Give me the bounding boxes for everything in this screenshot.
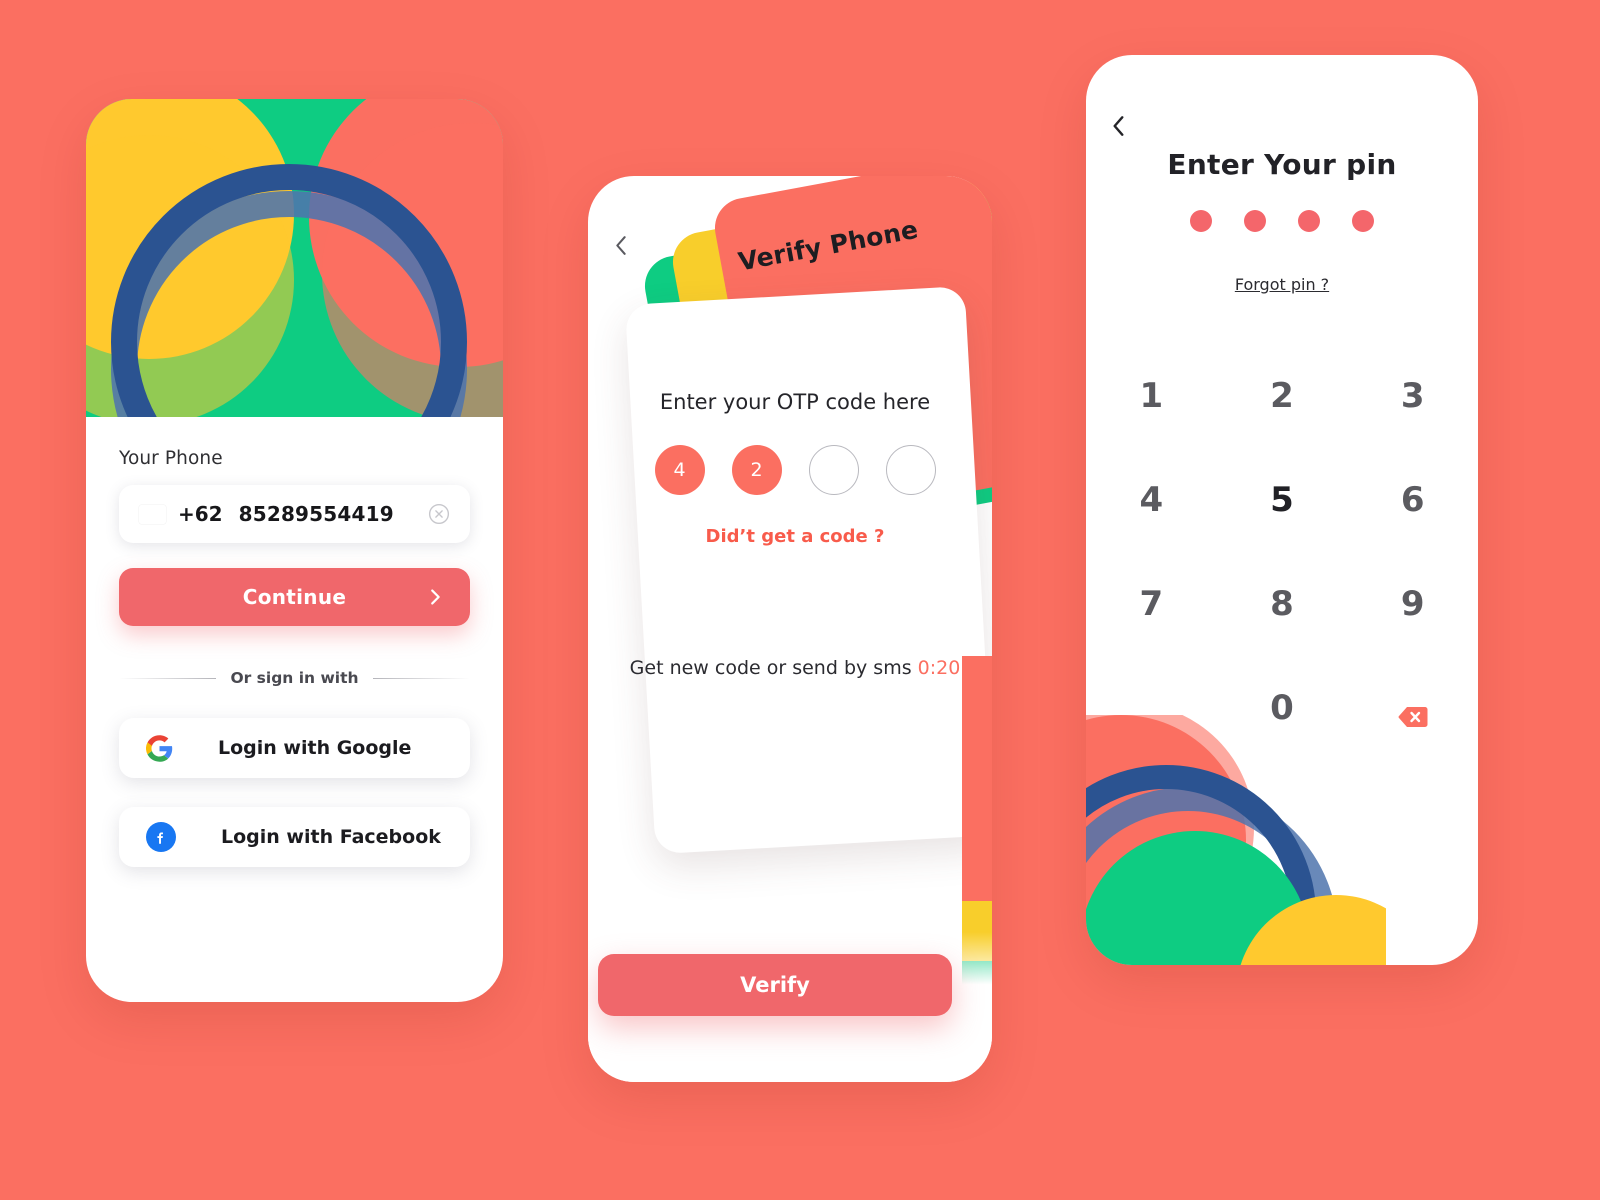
pin-dot-3 bbox=[1298, 210, 1320, 232]
country-code-label: +62 bbox=[178, 502, 223, 526]
pin-dot-4 bbox=[1352, 210, 1374, 232]
otp-footer: Get new code or send by sms 0:20 bbox=[625, 655, 965, 682]
divider-line-right bbox=[372, 677, 471, 679]
resend-code-link[interactable]: Did’t get a code ? bbox=[625, 526, 965, 547]
keypad-key-6[interactable]: 6 bbox=[1347, 479, 1478, 521]
continue-button-label: Continue bbox=[242, 585, 347, 609]
login-with-facebook-button[interactable]: Login with Facebook bbox=[119, 807, 470, 867]
otp-card: Enter your OTP code here 4 2 Did’t get a… bbox=[625, 286, 992, 855]
divider-label: Or sign in with bbox=[230, 669, 359, 687]
otp-input-row: 4 2 bbox=[625, 445, 965, 495]
enter-pin-screen: Enter Your pin Forgot pin ? 1 2 3 4 5 6 … bbox=[1086, 55, 1478, 965]
keypad-key-5[interactable]: 5 bbox=[1217, 479, 1348, 521]
keypad-key-0[interactable]: 0 bbox=[1217, 687, 1348, 729]
keypad-key-empty bbox=[1086, 687, 1217, 729]
verify-button[interactable]: Verify bbox=[598, 954, 952, 1016]
pin-dot-1 bbox=[1190, 210, 1212, 232]
verify-footer: Verify bbox=[588, 932, 992, 1082]
keypad-key-9[interactable]: 9 bbox=[1347, 583, 1478, 625]
login-with-google-label: Login with Google bbox=[218, 737, 412, 759]
keypad-key-2[interactable]: 2 bbox=[1217, 375, 1348, 417]
keypad-backspace-button[interactable] bbox=[1347, 687, 1478, 729]
keypad-key-1[interactable]: 1 bbox=[1086, 375, 1217, 417]
pin-decoration bbox=[1086, 715, 1386, 965]
otp-timer: 0:20 bbox=[917, 657, 961, 679]
pin-dot-2 bbox=[1244, 210, 1266, 232]
backspace-icon bbox=[1398, 697, 1428, 727]
otp-digit-4[interactable] bbox=[885, 445, 936, 495]
keypad-key-4[interactable]: 4 bbox=[1086, 479, 1217, 521]
chevron-right-icon bbox=[424, 586, 446, 608]
pin-dots bbox=[1086, 210, 1478, 232]
screens-canvas: Your Phone +62 85289554419 Continue Or s… bbox=[0, 0, 1600, 1200]
otp-prompt: Enter your OTP code here bbox=[659, 390, 931, 414]
otp-footer-text: Get new code or send by sms bbox=[629, 657, 912, 679]
clear-circle-icon[interactable] bbox=[428, 503, 450, 525]
facebook-icon bbox=[146, 822, 176, 852]
otp-digit-2[interactable]: 2 bbox=[731, 445, 782, 495]
divider: Or sign in with bbox=[119, 669, 471, 687]
back-button-pin[interactable] bbox=[1106, 113, 1132, 139]
keypad-key-7[interactable]: 7 bbox=[1086, 583, 1217, 625]
phone-login-screen: Your Phone +62 85289554419 Continue Or s… bbox=[86, 99, 503, 1002]
google-icon bbox=[146, 734, 173, 762]
otp-digit-3[interactable] bbox=[808, 445, 859, 495]
keypad-key-3[interactable]: 3 bbox=[1347, 375, 1478, 417]
phone-input-row[interactable]: +62 85289554419 bbox=[119, 485, 470, 543]
divider-line-left bbox=[119, 677, 217, 679]
otp-digit-1[interactable]: 4 bbox=[654, 445, 705, 495]
red-card-edge-strip bbox=[962, 656, 992, 901]
page-title: Enter Your pin bbox=[1167, 148, 1397, 181]
login-form: Your Phone +62 85289554419 Continue Or s… bbox=[86, 417, 503, 867]
login-with-google-button[interactable]: Login with Google bbox=[119, 718, 470, 778]
verify-phone-screen: Verify Phone Enter your OTP code here 4 … bbox=[588, 176, 992, 1082]
indonesia-flag-icon bbox=[139, 505, 166, 524]
phone-number-input[interactable]: 85289554419 bbox=[239, 502, 394, 526]
phone-field-label: Your Phone bbox=[119, 448, 223, 469]
keypad-key-8[interactable]: 8 bbox=[1217, 583, 1348, 625]
hero-decoration bbox=[86, 99, 503, 417]
back-button-verify[interactable] bbox=[609, 233, 634, 258]
login-with-facebook-label: Login with Facebook bbox=[221, 826, 441, 848]
pin-keypad: 1 2 3 4 5 6 7 8 9 0 bbox=[1086, 375, 1478, 729]
continue-button[interactable]: Continue bbox=[119, 568, 470, 626]
forgot-pin-link[interactable]: Forgot pin ? bbox=[1086, 275, 1478, 294]
